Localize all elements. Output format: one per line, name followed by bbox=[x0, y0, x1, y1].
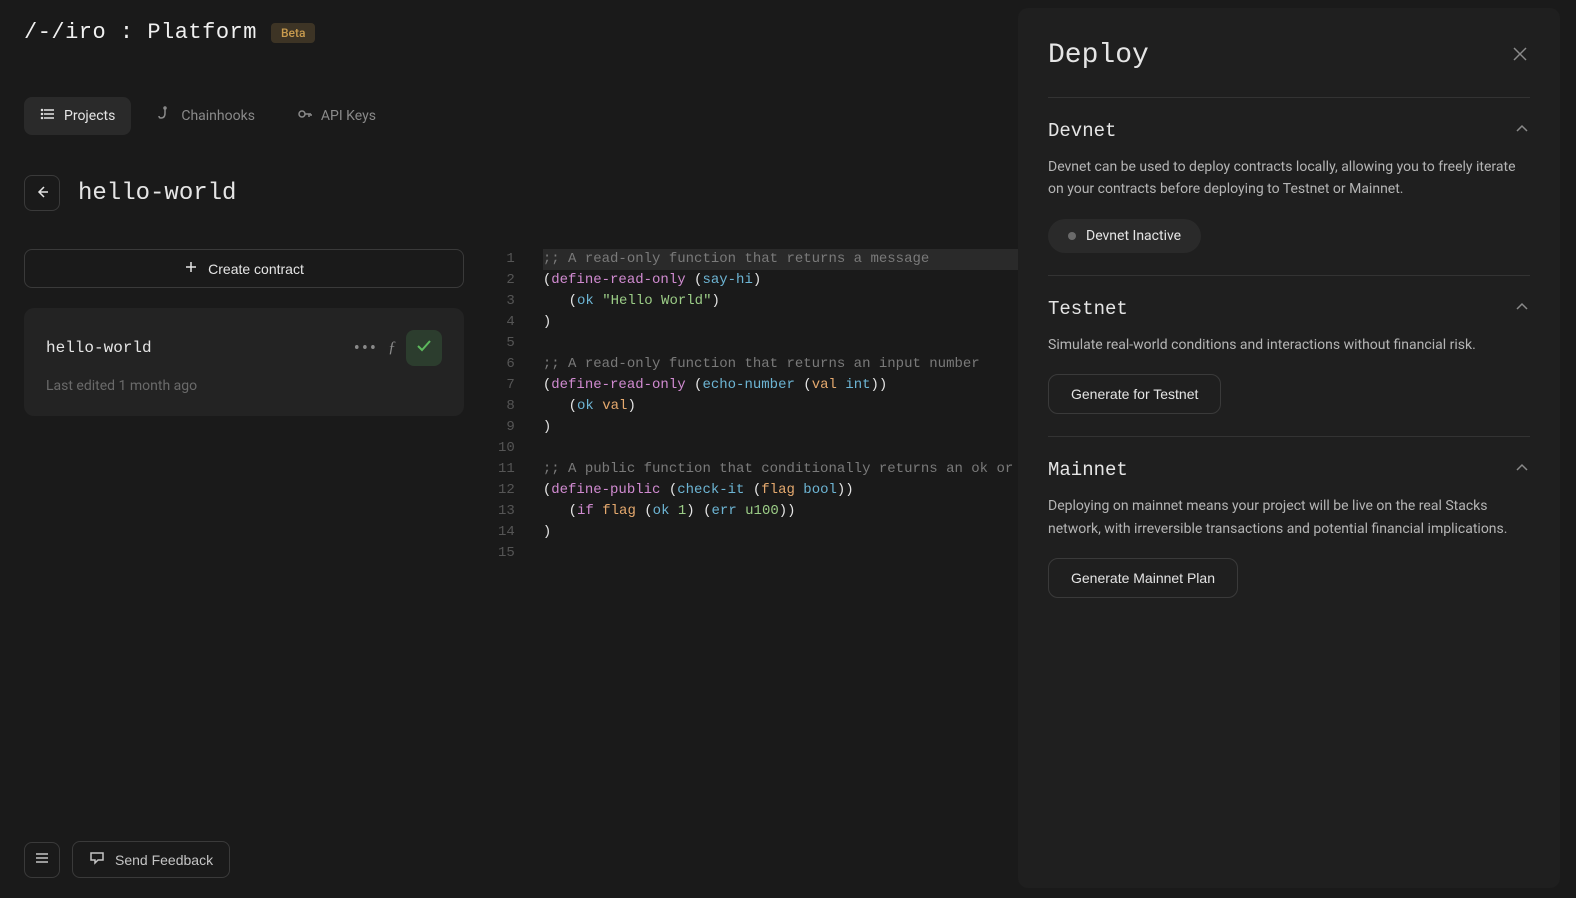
file-card[interactable]: hello-world ••• ƒ Last edited 1 month bbox=[24, 308, 464, 416]
plus-icon bbox=[184, 260, 198, 277]
function-icon: ƒ bbox=[388, 339, 396, 357]
generate-mainnet-label: Generate Mainnet Plan bbox=[1071, 570, 1215, 586]
mainnet-section: Mainnet Deploying on mainnet means your … bbox=[1048, 437, 1530, 620]
testnet-title: Testnet bbox=[1048, 298, 1128, 320]
line-numbers: 123456789101112131415 bbox=[498, 249, 543, 867]
devnet-section: Devnet Devnet can be used to deploy cont… bbox=[1048, 98, 1530, 275]
file-sidebar: Create contract hello-world ••• ƒ bbox=[24, 249, 464, 867]
nav-chainhooks-label: Chainhooks bbox=[181, 108, 255, 124]
arrow-left-icon bbox=[34, 184, 50, 203]
testnet-desc: Simulate real-world conditions and inter… bbox=[1048, 334, 1530, 356]
nav-api-keys-label: API Keys bbox=[321, 108, 376, 124]
devnet-inactive-pill: Devnet Inactive bbox=[1048, 219, 1201, 253]
send-feedback-label: Send Feedback bbox=[115, 852, 213, 868]
nav-projects[interactable]: Projects bbox=[24, 97, 131, 135]
generate-testnet-button[interactable]: Generate for Testnet bbox=[1048, 374, 1221, 414]
devnet-section-header[interactable]: Devnet bbox=[1048, 120, 1530, 142]
file-meta: Last edited 1 month ago bbox=[46, 378, 442, 394]
hook-icon bbox=[157, 106, 173, 126]
chevron-up-icon bbox=[1514, 299, 1530, 319]
chevron-up-icon bbox=[1514, 121, 1530, 141]
mainnet-title: Mainnet bbox=[1048, 459, 1128, 481]
create-contract-label: Create contract bbox=[208, 261, 304, 277]
devnet-desc: Devnet can be used to deploy contracts l… bbox=[1048, 156, 1530, 201]
beta-badge: Beta bbox=[271, 23, 315, 43]
mainnet-desc: Deploying on mainnet means your project … bbox=[1048, 495, 1530, 540]
testnet-section-header[interactable]: Testnet bbox=[1048, 298, 1530, 320]
nav-projects-label: Projects bbox=[64, 108, 115, 124]
key-icon bbox=[297, 106, 313, 126]
generate-testnet-label: Generate for Testnet bbox=[1071, 386, 1198, 402]
more-button[interactable]: ••• bbox=[354, 338, 378, 359]
create-contract-button[interactable]: Create contract bbox=[24, 249, 464, 288]
chevron-up-icon bbox=[1514, 460, 1530, 480]
generate-mainnet-button[interactable]: Generate Mainnet Plan bbox=[1048, 558, 1238, 598]
close-icon bbox=[1510, 44, 1530, 68]
devnet-inactive-label: Devnet Inactive bbox=[1086, 228, 1181, 244]
file-name: hello-world bbox=[46, 339, 152, 357]
status-dot-icon bbox=[1068, 232, 1076, 240]
check-icon bbox=[415, 337, 433, 359]
testnet-section: Testnet Simulate real-world conditions a… bbox=[1048, 276, 1530, 436]
mainnet-section-header[interactable]: Mainnet bbox=[1048, 459, 1530, 481]
send-feedback-button[interactable]: Send Feedback bbox=[72, 841, 230, 878]
nav-chainhooks[interactable]: Chainhooks bbox=[141, 97, 271, 135]
close-button[interactable] bbox=[1510, 44, 1530, 68]
logo: /-/iro : Platform bbox=[24, 20, 257, 45]
dots-icon: ••• bbox=[354, 338, 378, 359]
nav-api-keys[interactable]: API Keys bbox=[281, 97, 392, 135]
back-button[interactable] bbox=[24, 175, 60, 211]
devnet-title: Devnet bbox=[1048, 120, 1116, 142]
project-title: hello-world bbox=[78, 180, 236, 207]
menu-button[interactable] bbox=[24, 842, 60, 878]
deploy-panel: Deploy Devnet Devnet can be used to depl… bbox=[1018, 8, 1560, 888]
panel-title: Deploy bbox=[1048, 40, 1149, 71]
bottom-bar: Send Feedback bbox=[24, 841, 230, 878]
comment-icon bbox=[89, 850, 105, 869]
list-icon bbox=[40, 106, 56, 126]
menu-icon bbox=[34, 850, 50, 870]
function-button[interactable]: ƒ bbox=[388, 339, 396, 357]
check-button[interactable] bbox=[406, 330, 442, 366]
